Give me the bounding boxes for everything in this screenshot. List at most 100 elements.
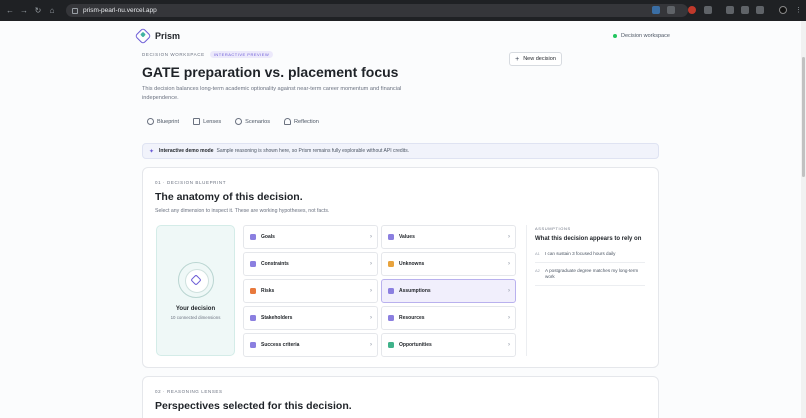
- hub-count: 10 connected dimensions: [170, 315, 221, 320]
- dimension-success-criteria[interactable]: Success criteria ›: [243, 333, 378, 357]
- dimension-label: Success criteria: [261, 342, 300, 348]
- chevron-right-icon: ›: [370, 234, 372, 240]
- menu-icon[interactable]: ⋮: [795, 6, 802, 14]
- dimension-values[interactable]: Values ›: [381, 225, 516, 249]
- panel-eyebrow: ASSUMPTIONS: [535, 226, 571, 231]
- tab-scenarios[interactable]: Scenarios: [235, 118, 270, 125]
- extension-icon[interactable]: [688, 6, 696, 14]
- dimension-assumptions[interactable]: Assumptions ›: [381, 279, 516, 303]
- forward-icon[interactable]: →: [19, 6, 29, 16]
- extension-icon[interactable]: [726, 6, 734, 14]
- layers-icon: [250, 342, 256, 348]
- dimension-label: Risks: [261, 288, 275, 294]
- scenarios-icon: [235, 118, 243, 125]
- divider: [535, 261, 645, 263]
- page-description: This decision balances long-term academi…: [142, 86, 402, 101]
- dimension-label: Constraints: [261, 261, 289, 267]
- address-bar[interactable]: prism-pearl-nu.vercel.app: [66, 4, 688, 17]
- tab-reflection[interactable]: Reflection: [284, 118, 319, 125]
- banner-title: Interactive demo mode: [159, 148, 214, 154]
- assumption-text: A postgraduate degree matches my long-te…: [545, 267, 639, 280]
- lenses-icon: [193, 118, 201, 125]
- extension-icon[interactable]: [704, 6, 712, 14]
- chevron-right-icon: ›: [370, 288, 372, 294]
- star-icon[interactable]: [667, 6, 675, 14]
- status-dot-icon: [613, 34, 617, 38]
- dimension-resources[interactable]: Resources ›: [381, 306, 516, 330]
- browser-toolbar: ← → ↻ ⌂ prism-pearl-nu.vercel.app ⋮: [0, 0, 806, 21]
- extension-icon[interactable]: [741, 6, 749, 14]
- assumption-item: A1 I can sustain 3 focused hours daily: [535, 251, 650, 258]
- assumption-text: I can sustain 3 focused hours daily: [545, 251, 616, 256]
- tab-label: Scenarios: [245, 118, 270, 125]
- brand[interactable]: Prism: [134, 27, 181, 45]
- prism-logo-icon: [134, 27, 152, 45]
- chevron-right-icon: ›: [508, 315, 510, 321]
- extension-icon[interactable]: [652, 6, 660, 14]
- page-title: GATE preparation vs. placement focus: [142, 64, 399, 80]
- tab-label: Blueprint: [157, 118, 180, 125]
- site-info-icon[interactable]: [72, 7, 78, 14]
- back-icon[interactable]: ←: [5, 6, 15, 16]
- brand-name: Prism: [155, 31, 181, 41]
- profile-avatar[interactable]: [779, 6, 787, 14]
- section-eyebrow: 01 · DECISION BLUEPRINT: [155, 180, 227, 185]
- chevron-right-icon: ›: [508, 234, 510, 240]
- layers-icon: [388, 261, 394, 267]
- dimension-unknowns[interactable]: Unknowns ›: [381, 252, 516, 276]
- tab-lenses[interactable]: Lenses: [193, 118, 221, 125]
- dimension-opportunities[interactable]: Opportunities ›: [381, 333, 516, 357]
- decision-eyebrow: DECISION WORKSPACE INTERACTIVE PREVIEW: [142, 51, 274, 58]
- tab-label: Lenses: [203, 118, 222, 125]
- new-decision-label: New decision: [523, 56, 556, 62]
- panel-title: What this decision appears to rely on: [535, 236, 642, 242]
- reload-icon[interactable]: ↻: [33, 6, 43, 16]
- layers-icon: [388, 315, 394, 321]
- layers-icon: [250, 288, 256, 294]
- dimension-label: Unknowns: [399, 261, 425, 267]
- dimension-label: Resources: [399, 315, 425, 321]
- section-subtitle: Select any dimension to inspect it. Thes…: [155, 208, 330, 214]
- chevron-right-icon: ›: [508, 342, 510, 348]
- assumption-id: A1: [535, 251, 540, 256]
- chevron-right-icon: ›: [508, 288, 510, 294]
- dimension-goals[interactable]: Goals ›: [243, 225, 378, 249]
- layers-icon: [388, 234, 394, 240]
- layers-icon: [250, 261, 256, 267]
- layers-icon: [250, 234, 256, 240]
- home-icon[interactable]: ⌂: [47, 6, 57, 16]
- reasoning-lenses-card: 02 · REASONING LENSES Perspectives selec…: [142, 376, 659, 418]
- chevron-right-icon: ›: [370, 342, 372, 348]
- divider: [535, 284, 645, 286]
- dimension-stakeholders[interactable]: Stakeholders ›: [243, 306, 378, 330]
- tab-blueprint[interactable]: Blueprint: [147, 118, 179, 125]
- dimension-constraints[interactable]: Constraints ›: [243, 252, 378, 276]
- dimension-grid: Goals › Values › Constraints › Unknowns › Ri…: [243, 225, 517, 357]
- demo-mode-banner: ✦ Interactive demo mode Sample reasoning…: [142, 143, 659, 159]
- new-decision-button[interactable]: + New decision: [509, 52, 562, 66]
- tab-label: Reflection: [294, 118, 319, 125]
- chevron-right-icon: ›: [508, 261, 510, 267]
- assumption-item: A2 A postgraduate degree matches my long…: [535, 268, 650, 281]
- sidebar-icon[interactable]: [756, 6, 764, 14]
- section-title: The anatomy of this decision.: [155, 191, 303, 203]
- layers-icon: [250, 315, 256, 321]
- eyebrow-label: DECISION WORKSPACE: [142, 52, 205, 57]
- decision-blueprint-card: 01 · DECISION BLUEPRINT The anatomy of t…: [142, 167, 659, 368]
- banner-text: Sample reasoning is shown here, so Prism…: [216, 148, 410, 154]
- dimension-risks[interactable]: Risks ›: [243, 279, 378, 303]
- workspace-tabs: Blueprint Lenses Scenarios Reflection: [147, 118, 333, 125]
- layers-icon: [388, 342, 394, 348]
- scrollbar-thumb[interactable]: [802, 57, 805, 177]
- workspace-status: Decision workspace: [613, 33, 670, 39]
- blueprint-icon: [147, 118, 154, 125]
- decision-hub[interactable]: Your decision 10 connected dimensions: [156, 225, 235, 356]
- dimension-label: Goals: [261, 234, 275, 240]
- dimension-label: Opportunities: [399, 342, 432, 348]
- chevron-right-icon: ›: [370, 315, 372, 321]
- assumption-id: A2: [535, 267, 540, 273]
- url-text: prism-pearl-nu.vercel.app: [83, 7, 157, 14]
- status-label: Decision workspace: [621, 33, 670, 39]
- scrollbar[interactable]: [801, 21, 806, 418]
- dimension-label: Assumptions: [399, 288, 431, 294]
